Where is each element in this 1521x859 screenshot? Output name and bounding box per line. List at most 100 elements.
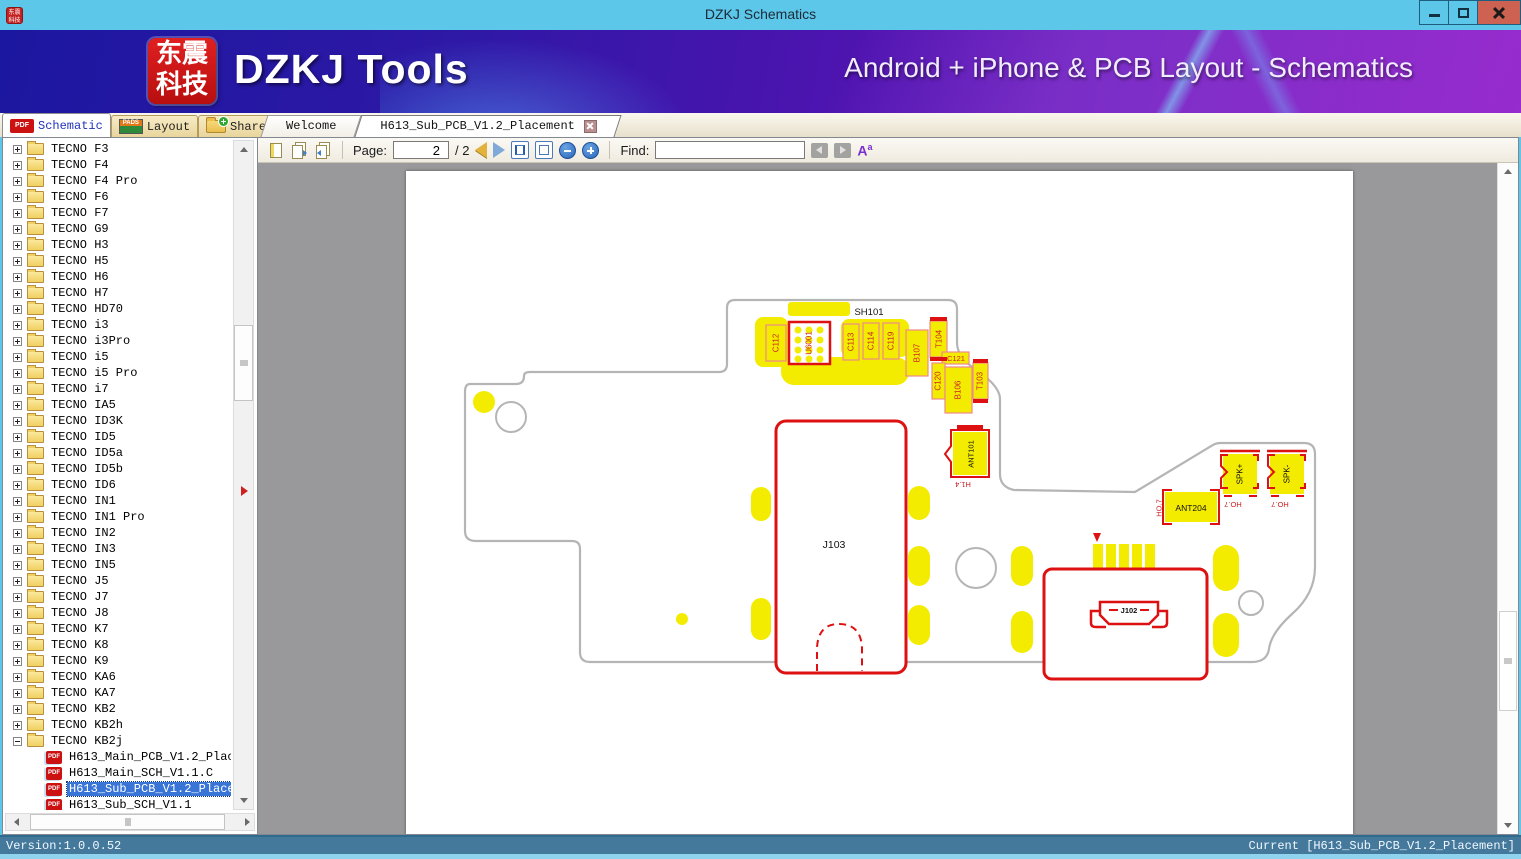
expand-icon[interactable]: [13, 272, 22, 282]
tree-folder-row[interactable]: TECNO IN1: [4, 493, 231, 509]
find-input[interactable]: [655, 141, 806, 159]
expand-icon[interactable]: [13, 512, 22, 522]
tree-folder-row[interactable]: TECNO F4: [4, 157, 231, 173]
expand-icon[interactable]: [13, 656, 22, 666]
find-previous-button[interactable]: [811, 142, 829, 158]
page-number-input[interactable]: [392, 141, 449, 159]
scroll-right-icon[interactable]: [245, 818, 250, 826]
expand-icon[interactable]: [13, 336, 22, 346]
close-button[interactable]: [1477, 0, 1521, 25]
expand-icon[interactable]: [13, 576, 22, 586]
find-next-button[interactable]: [834, 142, 852, 158]
expand-icon[interactable]: [13, 400, 22, 410]
splitter-collapse-icon[interactable]: [241, 486, 248, 496]
tree-folder-row[interactable]: TECNO KB2j: [4, 733, 231, 749]
snapshot-button[interactable]: [314, 141, 332, 160]
zoom-in-button[interactable]: [582, 141, 600, 159]
tree-folder-row[interactable]: TECNO F7: [4, 205, 231, 221]
tree-folder-row[interactable]: TECNO IN5: [4, 557, 231, 573]
close-tab-icon[interactable]: [583, 119, 597, 133]
expand-icon[interactable]: [13, 192, 22, 202]
sidebar-horizontal-scrollbar[interactable]: [5, 813, 255, 831]
tree-folder-row[interactable]: TECNO H3: [4, 237, 231, 253]
tree-folder-row[interactable]: TECNO K8: [4, 637, 231, 653]
tree-folder-row[interactable]: TECNO IN1 Pro: [4, 509, 231, 525]
page-view-button[interactable]: [268, 141, 284, 160]
expand-icon[interactable]: [13, 672, 22, 682]
expand-icon[interactable]: [13, 240, 22, 250]
tree-folder-row[interactable]: TECNO ID5a: [4, 445, 231, 461]
expand-icon[interactable]: [13, 448, 22, 458]
expand-icon[interactable]: [13, 352, 22, 362]
expand-icon[interactable]: [13, 224, 22, 234]
tree-folder-row[interactable]: TECNO KA7: [4, 685, 231, 701]
tab-layout[interactable]: PADS Layout: [110, 115, 199, 137]
expand-icon[interactable]: [13, 288, 22, 298]
tree-folder-row[interactable]: TECNO H5: [4, 253, 231, 269]
expand-icon[interactable]: [13, 384, 22, 394]
expand-icon[interactable]: [13, 144, 22, 154]
expand-icon[interactable]: [13, 720, 22, 730]
tree-folder-row[interactable]: TECNO K7: [4, 621, 231, 637]
tree-folder-row[interactable]: TECNO KA6: [4, 669, 231, 685]
fit-width-button[interactable]: [511, 141, 530, 159]
collapse-icon[interactable]: [13, 736, 22, 746]
tree-folder-row[interactable]: TECNO IN3: [4, 541, 231, 557]
tree-folder-row[interactable]: TECNO IN2: [4, 525, 231, 541]
document-vertical-scrollbar[interactable]: [1497, 163, 1518, 834]
expand-icon[interactable]: [13, 432, 22, 442]
tree-folder-row[interactable]: TECNO HD70: [4, 301, 231, 317]
expand-icon[interactable]: [13, 544, 22, 554]
tree-folder-row[interactable]: TECNO J5: [4, 573, 231, 589]
tree-folder-row[interactable]: TECNO i3Pro: [4, 333, 231, 349]
tab-current-document[interactable]: H613_Sub_PCB_V1.2_Placement: [358, 115, 618, 137]
tree-folder-row[interactable]: TECNO K9: [4, 653, 231, 669]
previous-page-button[interactable]: [475, 142, 488, 158]
tree-file-row[interactable]: PDF H613_Sub_SCH_V1.1: [4, 797, 231, 810]
fit-page-button[interactable]: [535, 141, 554, 159]
tree-folder-row[interactable]: TECNO F6: [4, 189, 231, 205]
tree-folder-row[interactable]: TECNO i7: [4, 381, 231, 397]
tree-folder-row[interactable]: TECNO F3: [4, 141, 231, 157]
expand-icon[interactable]: [13, 560, 22, 570]
maximize-button[interactable]: [1448, 0, 1477, 25]
tree-folder-row[interactable]: TECNO KB2h: [4, 717, 231, 733]
tree-folder-row[interactable]: TECNO ID6: [4, 477, 231, 493]
expand-icon[interactable]: [13, 496, 22, 506]
document-viewport[interactable]: SH101 C112 U6001 C113 C114 C119 B107 T10…: [258, 163, 1518, 834]
expand-icon[interactable]: [13, 592, 22, 602]
tree-folder-row[interactable]: TECNO KB2: [4, 701, 231, 717]
tree-folder-row[interactable]: TECNO J8: [4, 605, 231, 621]
expand-icon[interactable]: [13, 320, 22, 330]
scroll-up-icon[interactable]: [1504, 169, 1512, 174]
expand-icon[interactable]: [13, 368, 22, 378]
minimize-button[interactable]: [1419, 0, 1448, 25]
tree-file-row[interactable]: PDF H613_Main_PCB_V1.2_Placement: [4, 749, 231, 765]
tree-folder-row[interactable]: TECNO IA5: [4, 397, 231, 413]
tree-folder-row[interactable]: TECNO H6: [4, 269, 231, 285]
expand-icon[interactable]: [13, 480, 22, 490]
tree-folder-row[interactable]: TECNO H7: [4, 285, 231, 301]
expand-icon[interactable]: [13, 208, 22, 218]
next-page-button[interactable]: [493, 142, 506, 158]
font-size-button[interactable]: Aa: [857, 142, 872, 159]
tree-folder-row[interactable]: TECNO i5 Pro: [4, 365, 231, 381]
tree-folder-row[interactable]: TECNO i5: [4, 349, 231, 365]
expand-icon[interactable]: [13, 688, 22, 698]
sidebar-vertical-scrollbar[interactable]: [233, 140, 254, 810]
scroll-left-icon[interactable]: [14, 818, 19, 826]
expand-icon[interactable]: [13, 176, 22, 186]
expand-icon[interactable]: [13, 464, 22, 474]
expand-icon[interactable]: [13, 624, 22, 634]
expand-icon[interactable]: [13, 640, 22, 650]
expand-icon[interactable]: [13, 608, 22, 618]
expand-icon[interactable]: [13, 256, 22, 266]
tree-folder-row[interactable]: TECNO J7: [4, 589, 231, 605]
tree-folder-row[interactable]: TECNO ID3K: [4, 413, 231, 429]
tree-file-row[interactable]: PDFH613_Sub_PCB_V1.2_Placement: [4, 781, 231, 797]
scroll-down-icon[interactable]: [239, 798, 248, 803]
tree-folder-row[interactable]: TECNO F4 Pro: [4, 173, 231, 189]
expand-icon[interactable]: [13, 528, 22, 538]
tab-welcome[interactable]: Welcome: [264, 115, 358, 137]
zoom-out-button[interactable]: [559, 141, 577, 159]
